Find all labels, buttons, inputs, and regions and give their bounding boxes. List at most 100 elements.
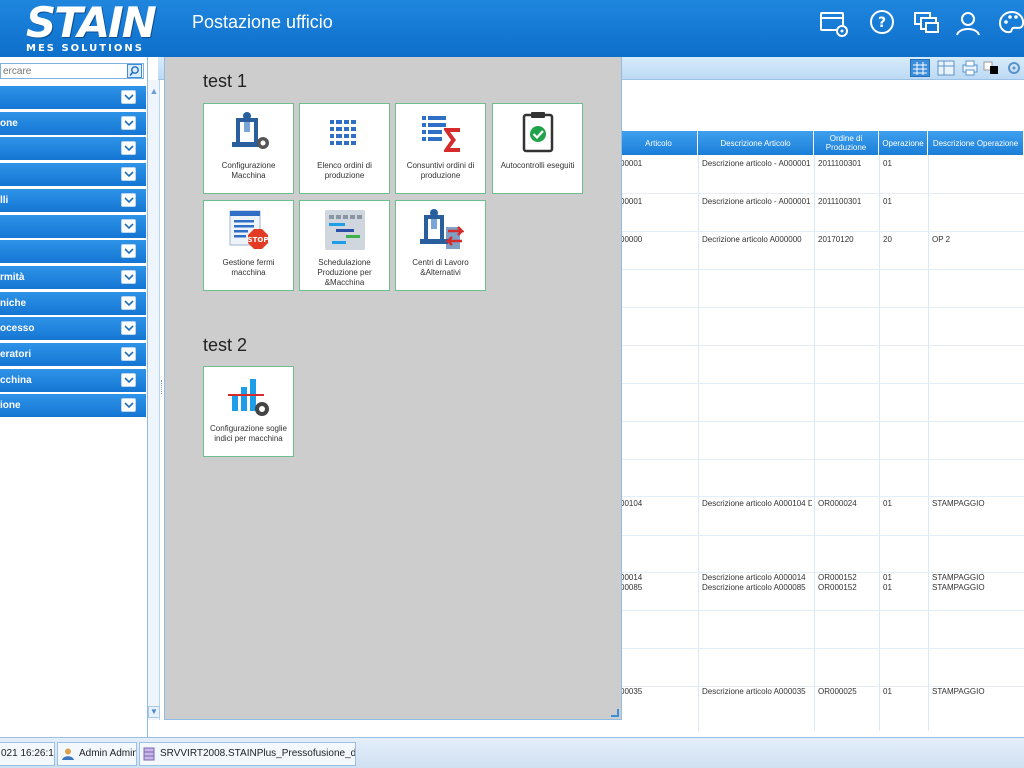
sidebar-item[interactable]: one [0,112,146,135]
sidebar-item[interactable]: cchina [0,369,146,392]
chevron-down-icon[interactable] [121,116,136,130]
table-cell[interactable]: 01 [883,687,926,697]
chevron-down-icon[interactable] [121,167,136,181]
sidebar-item[interactable] [0,163,146,186]
shortcut-tile[interactable]: Elenco ordini di produzione [299,103,390,194]
chevron-down-icon[interactable] [121,141,136,155]
sidebar-item[interactable] [0,215,146,238]
palette-icon[interactable] [996,8,1024,40]
splitter[interactable] [148,80,160,720]
chevron-down-icon[interactable] [121,90,136,104]
grid-line [620,535,1024,536]
chevron-down-icon[interactable] [121,347,136,361]
sidebar-item[interactable]: rmità [0,266,146,289]
table-cell[interactable]: Decrizione articolo A000000 [702,235,812,245]
scroll-up-icon[interactable]: ▲ [148,86,160,96]
sidebar-item[interactable]: eratori [0,343,146,366]
user-icon[interactable] [952,8,984,40]
color-picker-icon[interactable] [982,59,1002,77]
page-title: Postazione ufficio [192,12,333,32]
table-cell[interactable]: 01 [883,159,926,169]
table-cell[interactable]: OP 2 [932,235,1022,245]
table-cell[interactable]: 00085 [620,583,692,593]
table-cell[interactable]: 00035 [620,687,692,697]
table-cell[interactable]: OR000152 [818,583,877,593]
table-cell[interactable]: 01 [883,573,926,583]
table-cell[interactable]: 2011100301 [818,197,877,207]
chevron-down-icon[interactable] [121,398,136,412]
shortcut-tile[interactable]: Centri di Lavoro &Alternativi [395,200,486,291]
table-cell[interactable]: OR000025 [818,687,877,697]
user-name: Admin Admin [79,748,137,759]
table-cell[interactable]: 01 [883,583,926,593]
shortcut-tile[interactable]: Configurazione Macchina [203,103,294,194]
table-cell[interactable]: 00001 [620,197,692,207]
chevron-down-icon[interactable] [121,219,136,233]
table-view-icon[interactable] [936,59,956,77]
sidebar-item[interactable] [0,86,146,109]
table-cell[interactable]: 00104 [620,499,692,509]
table-cell[interactable]: STAMPAGGIO [932,687,1022,697]
table-cell[interactable]: Descrizione articolo A000085 [702,583,812,593]
sidebar-item[interactable]: ione [0,394,146,417]
table-cell[interactable]: STAMPAGGIO [932,573,1022,583]
table-cell[interactable]: 00000 [620,235,692,245]
sidebar-item[interactable]: ocesso [0,317,146,340]
column-header[interactable]: Descrizione Articolo [698,131,814,155]
table-cell[interactable]: 01 [883,499,926,509]
shortcut-tile[interactable]: Configurazione soglie indici per macchin… [203,366,294,457]
shortcut-tile[interactable]: Autocontrolli eseguiti [492,103,583,194]
sidebar-item-label: lli [0,195,9,206]
column-header[interactable]: Descrizione Operazione [928,131,1024,155]
chevron-down-icon[interactable] [121,321,136,335]
scroll-down-icon[interactable]: ▼ [148,706,160,718]
clipboard-check-icon [493,110,582,156]
settings-icon[interactable] [1004,59,1024,77]
shortcut-popup: test 1 Configurazione Macchina Elenco ordi… [164,57,622,720]
grid-view-icon[interactable] [910,59,930,77]
table-cell[interactable]: Descrizione articolo - A000001 [702,159,812,169]
chevron-down-icon[interactable] [121,244,136,258]
table-cell[interactable]: 20170120 [818,235,877,245]
sidebar-item[interactable]: niche [0,292,146,315]
chevron-down-icon[interactable] [121,270,136,284]
table-cell[interactable]: Descrizione articolo - A000001 [702,197,812,207]
table-cell[interactable]: 2011100301 [818,159,877,169]
search-icon[interactable] [127,64,142,78]
help-icon[interactable]: ? [866,8,898,40]
column-header[interactable]: Operazione [879,131,928,155]
connection-name: SRVVIRT2008.STAINPlus_Pressofusione_dev [160,748,356,759]
tile-label: Schedulazione Produzione per &Macchina [317,258,372,287]
resize-grip-icon[interactable] [611,709,619,717]
chevron-down-icon[interactable] [121,296,136,310]
column-header[interactable]: Ordine di Produzione [814,131,879,155]
sidebar-item[interactable]: lli [0,189,146,212]
windows-icon[interactable] [911,8,943,40]
table-cell[interactable]: 20 [883,235,926,245]
table-cell[interactable]: Descrizione articolo A000035 [702,687,812,697]
table-cell[interactable]: 00001 [620,159,692,169]
user-panel[interactable]: Admin Admin [57,742,137,766]
connection-panel[interactable]: SRVVIRT2008.STAINPlus_Pressofusione_dev [139,742,356,766]
gantt-icon [300,207,389,253]
sidebar-item[interactable] [0,240,146,263]
shortcut-tile[interactable]: STOP Gestione fermi macchina [203,200,294,291]
table-cell[interactable]: Descrizione articolo A000014 [702,573,812,583]
chevron-down-icon[interactable] [121,373,136,387]
sidebar-item[interactable] [0,137,146,160]
table-cell[interactable]: Descrizione articolo A000104 D [702,499,812,509]
shortcut-tile[interactable]: Schedulazione Produzione per &Macchina [299,200,390,291]
table-cell[interactable]: STAMPAGGIO [932,499,1022,509]
table-cell[interactable]: OR000024 [818,499,877,509]
column-header[interactable]: Articolo [620,131,698,155]
shortcut-tile[interactable]: Consuntivi ordini di produzione [395,103,486,194]
search-input[interactable] [1,64,123,78]
chevron-down-icon[interactable] [121,193,136,207]
table-cell[interactable]: OR000152 [818,573,877,583]
datetime-display: 021 16:26:14 [0,742,55,766]
table-cell[interactable]: STAMPAGGIO [932,583,1022,593]
print-icon[interactable] [960,59,980,77]
table-cell[interactable]: 01 [883,197,926,207]
monitor-settings-icon[interactable] [818,8,850,40]
table-cell[interactable]: 00014 [620,573,692,583]
